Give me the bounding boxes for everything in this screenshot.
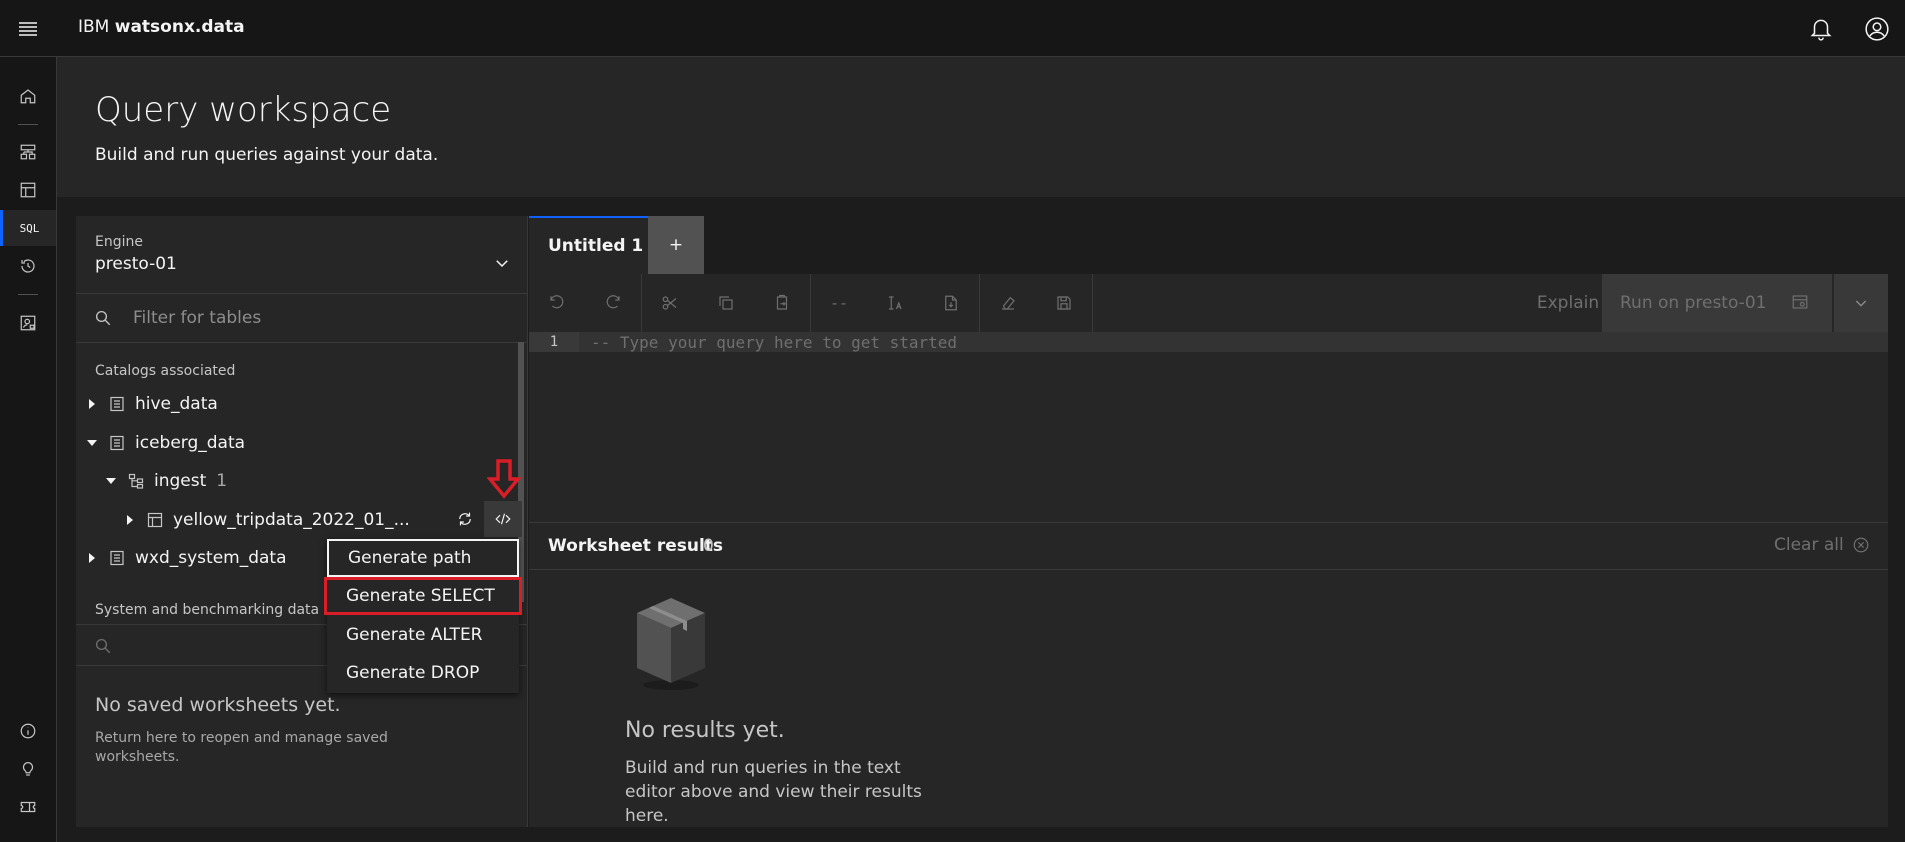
worksheet-results-body: No results yet. Build and run queries in… [529,570,1888,827]
format-icon[interactable] [867,274,923,332]
side-nav-rail: SQL [0,57,57,842]
tree-item-label: hive_data [135,394,218,414]
run-options-chevron-icon[interactable] [1833,274,1888,332]
engine-dropdown[interactable]: presto-01 [95,254,177,274]
run-button-label: Run on presto-01 [1620,293,1767,313]
clear-all-label: Clear all [1774,535,1844,555]
results-title: Worksheet results [548,536,724,556]
tree-item-label: iceberg_data [135,433,246,453]
close-circle-icon [1853,537,1869,553]
code-icon[interactable] [484,501,522,537]
sql-label: SQL [19,221,40,235]
editor-toolbar: -- Explain Run on presto-01 [529,274,1888,332]
access-control-icon[interactable] [0,305,56,341]
caret-down-icon[interactable] [85,439,99,447]
menu-item-generate-select[interactable]: Generate SELECT [327,577,519,615]
info-icon[interactable] [0,713,56,749]
worksheet-results-header: Worksheet results 0 Clear all [529,522,1888,570]
divider [76,342,527,343]
cut-icon[interactable] [642,274,698,332]
refresh-icon[interactable] [446,501,484,537]
page-header: Query workspace Build and run queries ag… [57,57,1905,197]
redo-icon[interactable] [585,274,641,332]
tree-item-label: ingest [154,471,207,491]
sql-icon[interactable]: SQL [0,210,56,246]
caret-right-icon[interactable] [123,515,137,525]
editor-placeholder: -- Type your query here to get started [591,333,958,352]
table-filter[interactable]: Filter for tables [76,294,527,342]
export-icon[interactable] [923,274,979,332]
paste-icon[interactable] [754,274,810,332]
copy-icon[interactable] [698,274,754,332]
no-results-title: No results yet. [625,718,785,743]
comment-glyph: -- [829,294,849,312]
tree-item-hive-data[interactable]: hive_data [85,388,218,420]
catalog-icon [109,396,125,412]
tree-item-label: yellow_tripdata_2022_01_... [173,510,410,530]
catalogs-label: Catalogs associated [95,363,236,379]
brand-prefix: IBM [78,17,110,37]
top-header: IBM watsonx.data [0,0,1905,57]
infrastructure-icon[interactable] [0,134,56,170]
ticket-icon[interactable] [0,789,56,825]
chevron-down-icon[interactable] [493,254,511,272]
caret-right-icon[interactable] [85,399,99,409]
user-avatar-icon[interactable] [1864,16,1890,42]
line-number: 1 [529,332,579,352]
tree-item-iceberg-data[interactable]: iceberg_data [85,427,245,459]
menu-item-generate-path[interactable]: Generate path [327,539,519,577]
annotation-arrow-icon [487,459,521,499]
sql-editor[interactable]: 1 -- Type your query here to get started [529,332,1888,522]
toolbar-divider [1092,274,1093,332]
clear-all-button[interactable]: Clear all [1774,535,1870,555]
home-icon[interactable] [0,78,56,114]
tree-item-yellow-tripdata[interactable]: yellow_tripdata_2022_01_... [123,504,410,536]
catalog-icon [109,435,125,451]
search-icon [94,637,112,655]
brand-product: watsonx.data [114,17,245,37]
catalog-icon [109,550,125,566]
table-row-actions [446,501,522,537]
no-results-description: Build and run queries in the text editor… [625,758,922,826]
page-title: Query workspace [95,90,392,130]
search-icon [94,309,112,327]
rail-divider [18,124,38,125]
rail-divider [18,294,38,295]
schema-count: 1 [216,471,228,491]
results-count: 0 [703,536,714,556]
data-manager-icon[interactable] [0,172,56,208]
add-tab-button[interactable]: + [648,216,704,274]
filter-input[interactable]: Filter for tables [133,308,261,328]
query-history-icon[interactable] [0,248,56,284]
lightbulb-icon[interactable] [0,751,56,787]
menu-item-generate-alter[interactable]: Generate ALTER [327,616,519,654]
empty-box-icon [631,593,711,693]
save-icon[interactable] [1036,274,1092,332]
run-settings-icon [1791,293,1809,311]
notification-bell-icon[interactable] [1808,16,1834,42]
hamburger-menu-icon[interactable] [16,17,40,41]
tab-untitled-1[interactable]: Untitled 1 [529,216,648,274]
schema-icon [128,473,144,489]
caret-down-icon[interactable] [104,477,118,485]
caret-right-icon[interactable] [85,553,99,563]
engine-label: Engine [95,234,143,250]
table-icon [147,512,163,528]
worksheet-tabs: Untitled 1 + [529,216,704,274]
tree-item-ingest[interactable]: ingest 1 [104,465,227,497]
system-data-label: System and benchmarking data [95,602,320,618]
comment-icon[interactable]: -- [811,274,867,332]
tree-item-wxd-system-data[interactable]: wxd_system_data [85,542,287,574]
no-worksheets-title: No saved worksheets yet. [95,694,341,716]
menu-item-generate-drop[interactable]: Generate DROP [327,654,519,692]
generate-menu: Generate path Generate SELECT Generate A… [327,539,519,693]
tree-item-label: wxd_system_data [135,548,287,568]
undo-icon[interactable] [529,274,585,332]
brand-name[interactable]: IBM watsonx.data [78,17,245,37]
erase-icon[interactable] [980,274,1036,332]
no-worksheets-description: Return here to reopen and manage saved w… [95,730,388,765]
page-subtitle: Build and run queries against your data. [95,145,439,165]
